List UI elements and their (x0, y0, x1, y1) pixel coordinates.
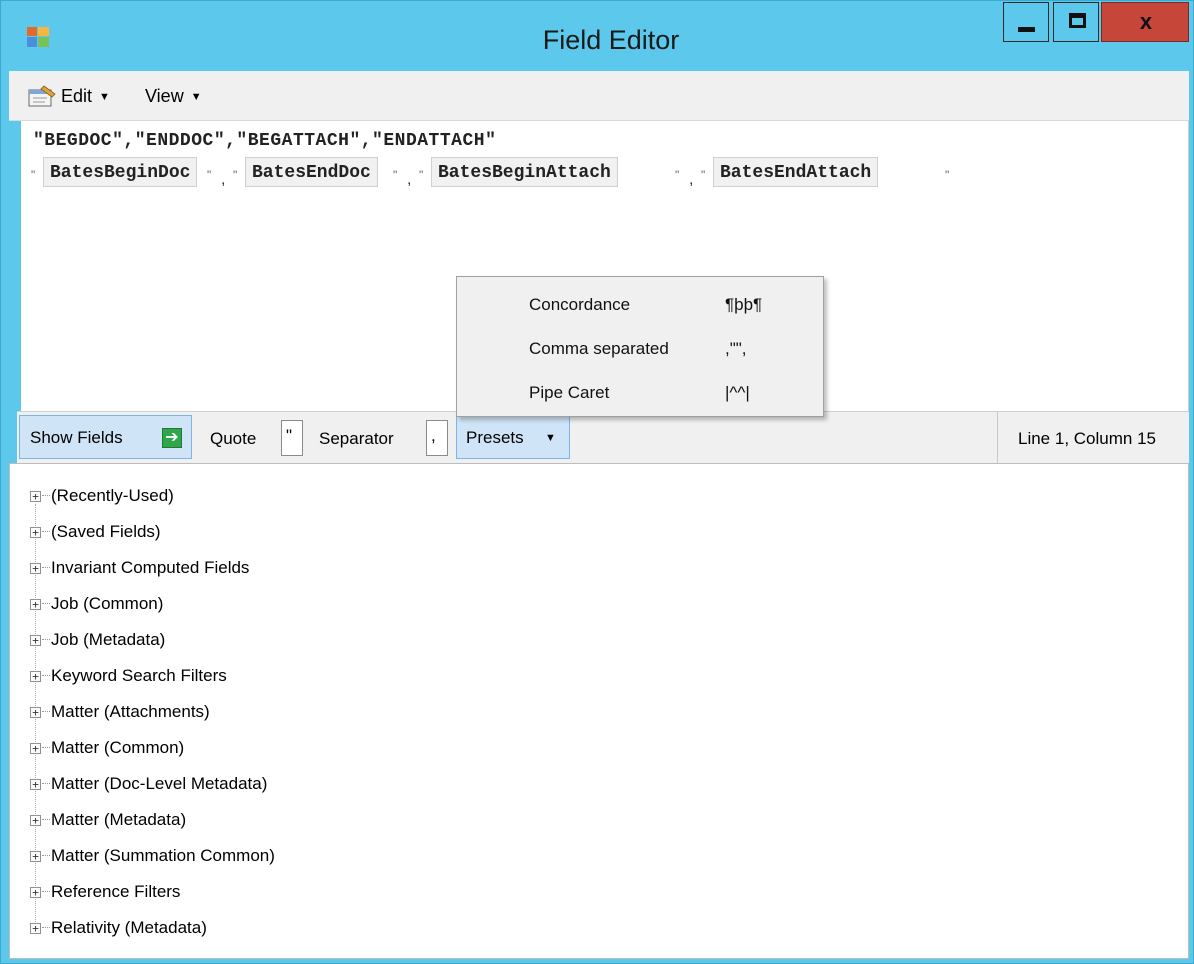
fields-tree: + (Recently-Used) + (Saved Fields) + Inv… (9, 463, 1189, 959)
expand-icon[interactable]: + (30, 887, 41, 898)
chevron-down-icon: ▼ (545, 432, 556, 444)
tree-node-label: Reference Filters (51, 882, 181, 901)
header-line: "BEGDOC","ENDDOC","BEGATTACH","ENDATTACH… (33, 131, 497, 151)
menu-view[interactable]: View ▼ (145, 86, 202, 107)
tree-node[interactable]: + Matter (Summation Common) (10, 838, 610, 874)
expand-icon[interactable]: + (30, 707, 41, 718)
tree-node[interactable]: + Job (Common) (10, 586, 610, 622)
tree-node[interactable]: + Keyword Search Filters (10, 658, 610, 694)
separator-label: Separator (319, 429, 394, 448)
presets-button[interactable]: Presets ▼ (456, 415, 570, 459)
tree-node-label: Matter (Summation Common) (51, 846, 275, 865)
preset-symbols: |^^| (725, 383, 750, 402)
edit-properties-icon (28, 85, 56, 107)
menu-bar: Edit ▼ View ▼ (9, 71, 1189, 121)
quote-marker: " (393, 168, 398, 182)
maximize-icon (1069, 13, 1086, 28)
tree-node[interactable]: + Matter (Common) (10, 730, 610, 766)
tree-node-label: Relativity (Metadata) (51, 918, 207, 937)
preset-item-pipe-caret[interactable]: Pipe Caret |^^| (457, 371, 823, 415)
separator-marker: , (221, 171, 226, 188)
expand-icon[interactable]: + (30, 671, 41, 682)
presets-dropdown-menu: Concordance ¶þþ¶ Comma separated ,"", Pi… (456, 276, 824, 417)
presets-label: Presets (466, 428, 524, 447)
tree-node[interactable]: + Matter (Attachments) (10, 694, 610, 730)
field-token[interactable]: BatesBeginDoc (43, 157, 198, 187)
preset-symbols: ¶þþ¶ (725, 295, 763, 314)
menu-edit-label: Edit (61, 86, 93, 106)
tree-node[interactable]: + Relativity (Metadata) (10, 910, 610, 946)
tree-node-label: Matter (Attachments) (51, 702, 210, 721)
title-bar[interactable]: Field Editor x (1, 1, 1193, 71)
field-token[interactable]: BatesBeginAttach (431, 157, 618, 187)
field-editor-window: Field Editor x Edit ▼ View ▼ "BEGDOC","END… (0, 0, 1194, 964)
tree-node[interactable]: + Matter (Metadata) (10, 802, 610, 838)
expand-icon[interactable]: + (30, 563, 41, 574)
expand-icon[interactable]: + (30, 635, 41, 646)
separator-marker: , (407, 171, 412, 188)
close-button[interactable]: x (1101, 2, 1189, 42)
chevron-down-icon: ▼ (99, 91, 110, 103)
quote-marker: " (233, 168, 238, 182)
expand-icon[interactable]: + (30, 779, 41, 790)
preset-item-concordance[interactable]: Concordance ¶þþ¶ (457, 283, 823, 327)
quote-marker: " (701, 168, 706, 182)
editor-toolbar: Show Fields ➔ Quote " Separator , Preset… (17, 411, 1189, 464)
tree-node-label: Job (Common) (51, 594, 164, 613)
expand-icon[interactable]: + (30, 815, 41, 826)
expand-icon[interactable]: + (30, 851, 41, 862)
field-token[interactable]: BatesEndDoc (245, 157, 378, 187)
expand-icon[interactable]: + (30, 923, 41, 934)
quote-input[interactable]: " (281, 420, 303, 456)
quote-marker: " (207, 168, 212, 182)
minimize-button[interactable] (1003, 2, 1049, 42)
separator-input[interactable]: , (426, 420, 448, 456)
separator-marker: , (689, 171, 694, 188)
tree-node-label: (Recently-Used) (51, 486, 174, 505)
arrow-right-icon: ➔ (162, 428, 182, 448)
maximize-button[interactable] (1053, 2, 1099, 42)
preset-symbols: ,"", (725, 339, 747, 358)
tree-node[interactable]: + Job (Metadata) (10, 622, 610, 658)
tree-node-label: (Saved Fields) (51, 522, 161, 541)
quote-marker: " (675, 168, 680, 182)
show-fields-label: Show Fields (30, 428, 123, 447)
menu-view-label: View (145, 86, 184, 106)
expand-icon[interactable]: + (30, 743, 41, 754)
quote-label: Quote (210, 429, 257, 448)
show-fields-button[interactable]: Show Fields ➔ (19, 415, 192, 459)
status-text: Line 1, Column 15 (1018, 429, 1156, 448)
tree-node[interactable]: + Reference Filters (10, 874, 610, 910)
tree-node-label: Job (Metadata) (51, 630, 166, 649)
field-token[interactable]: BatesEndAttach (713, 157, 879, 187)
tree-node[interactable]: + Invariant Computed Fields (10, 550, 610, 586)
tree-node[interactable]: + Matter (Doc-Level Metadata) (10, 766, 610, 802)
expand-icon[interactable]: + (30, 491, 41, 502)
menu-edit[interactable]: Edit ▼ (61, 86, 110, 107)
close-icon: x (1139, 9, 1153, 34)
chevron-down-icon: ▼ (190, 91, 202, 103)
expand-icon[interactable]: + (30, 599, 41, 610)
preset-label: Concordance (529, 295, 631, 314)
tree-node[interactable]: + (Saved Fields) (10, 514, 610, 550)
expand-icon[interactable]: + (30, 527, 41, 538)
tree-node-label: Keyword Search Filters (51, 666, 227, 685)
cursor-position-status: Line 1, Column 15 (997, 412, 1189, 464)
tree-node-label: Matter (Metadata) (51, 810, 187, 829)
preset-label: Pipe Caret (529, 383, 610, 402)
tree-node-label: Matter (Doc-Level Metadata) (51, 774, 268, 793)
quote-marker: " (31, 168, 36, 182)
tree-node-label: Matter (Common) (51, 738, 185, 757)
quote-marker: " (945, 168, 950, 182)
preset-label: Comma separated (529, 339, 669, 358)
tree-node[interactable]: + (Recently-Used) (10, 478, 610, 514)
quote-marker: " (419, 168, 424, 182)
preset-item-comma-separated[interactable]: Comma separated ,"", (457, 327, 823, 371)
tree-node-label: Invariant Computed Fields (51, 558, 250, 577)
minimize-icon (1018, 27, 1035, 32)
